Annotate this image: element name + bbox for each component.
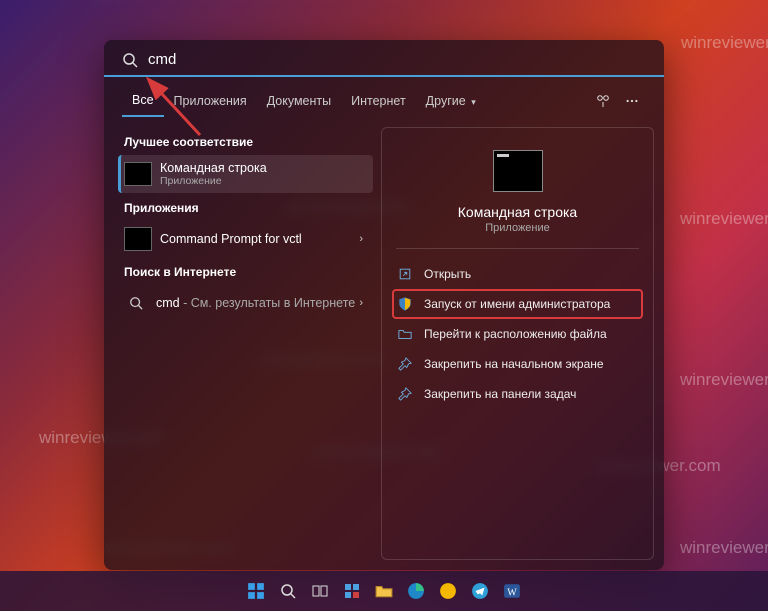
taskbar-edge-icon[interactable]: [403, 578, 429, 604]
results-left-column: Лучшее соответствие Командная строка При…: [118, 127, 373, 560]
taskbar: W: [0, 571, 768, 611]
start-button[interactable]: [243, 578, 269, 604]
taskbar-app-icon[interactable]: [435, 578, 461, 604]
tab-internet[interactable]: Интернет: [341, 86, 416, 116]
result-title: Command Prompt for vctl: [160, 232, 355, 246]
preview-app-icon: [493, 150, 543, 192]
web-query: cmd: [156, 296, 180, 310]
preview-subtitle: Приложение: [485, 222, 550, 234]
action-label: Перейти к расположению файла: [424, 327, 607, 341]
taskbar-search-icon[interactable]: [275, 578, 301, 604]
pin-icon: [396, 355, 414, 373]
tab-all[interactable]: Все: [122, 85, 164, 117]
folder-icon: [396, 325, 414, 343]
cmd-icon: [124, 227, 152, 251]
result-vctl[interactable]: Command Prompt for vctl ›: [118, 221, 373, 257]
divider: [396, 248, 639, 249]
taskbar-telegram-icon[interactable]: [467, 578, 493, 604]
result-subtitle: Приложение: [160, 175, 367, 187]
tab-more[interactable]: Другие ▾: [416, 86, 486, 116]
result-title: Командная строка: [160, 161, 367, 175]
action-label: Закрепить на панели задач: [424, 387, 576, 401]
tab-more-label: Другие: [426, 94, 466, 108]
watermark: winreviewer.com: [680, 370, 768, 390]
taskbar-explorer-icon[interactable]: [371, 578, 397, 604]
chevron-right-icon: ›: [355, 297, 367, 309]
search-settings-icon[interactable]: [590, 87, 618, 115]
watermark: winreviewer.com: [680, 538, 768, 558]
action-pin-taskbar[interactable]: Закрепить на панели задач: [392, 379, 643, 409]
start-search-panel: Все Приложения Документы Интернет Другие…: [104, 40, 664, 570]
more-options-icon[interactable]: [618, 87, 646, 115]
section-web: Поиск в Интернете: [118, 257, 373, 285]
svg-text:W: W: [507, 588, 517, 599]
tab-apps[interactable]: Приложения: [164, 86, 257, 116]
watermark: winreviewer.com: [680, 209, 768, 229]
result-title: cmd - См. результаты в Интернете: [156, 296, 355, 310]
action-label: Открыть: [424, 267, 471, 281]
tab-documents[interactable]: Документы: [257, 86, 341, 116]
action-open-file-location[interactable]: Перейти к расположению файла: [392, 319, 643, 349]
action-open[interactable]: Открыть: [392, 259, 643, 289]
result-command-prompt[interactable]: Командная строка Приложение: [118, 155, 373, 193]
preview-title: Командная строка: [458, 204, 577, 220]
search-icon: [124, 291, 148, 315]
section-apps: Приложения: [118, 193, 373, 221]
web-suffix: - См. результаты в Интернете: [180, 296, 356, 310]
search-box-row: [104, 40, 664, 77]
search-icon: [122, 52, 138, 68]
chevron-right-icon: ›: [355, 233, 367, 245]
taskbar-task-view-icon[interactable]: [307, 578, 333, 604]
search-input[interactable]: [146, 50, 646, 69]
action-label: Закрепить на начальном экране: [424, 357, 604, 371]
preview-pane: Командная строка Приложение Открыть Запу…: [381, 127, 654, 560]
cmd-icon: [124, 162, 152, 186]
search-tabs: Все Приложения Документы Интернет Другие…: [104, 77, 664, 117]
taskbar-widgets-icon[interactable]: [339, 578, 365, 604]
chevron-down-icon: ▾: [471, 97, 476, 107]
result-web-cmd[interactable]: cmd - См. результаты в Интернете ›: [118, 285, 373, 321]
watermark: winreviewer.com: [681, 33, 768, 53]
section-best-match: Лучшее соответствие: [118, 127, 373, 155]
open-icon: [396, 265, 414, 283]
shield-icon: [396, 295, 414, 313]
taskbar-word-icon[interactable]: W: [499, 578, 525, 604]
action-pin-start[interactable]: Закрепить на начальном экране: [392, 349, 643, 379]
action-run-as-admin[interactable]: Запуск от имени администратора: [392, 289, 643, 319]
action-label: Запуск от имени администратора: [424, 297, 610, 311]
pin-icon: [396, 385, 414, 403]
